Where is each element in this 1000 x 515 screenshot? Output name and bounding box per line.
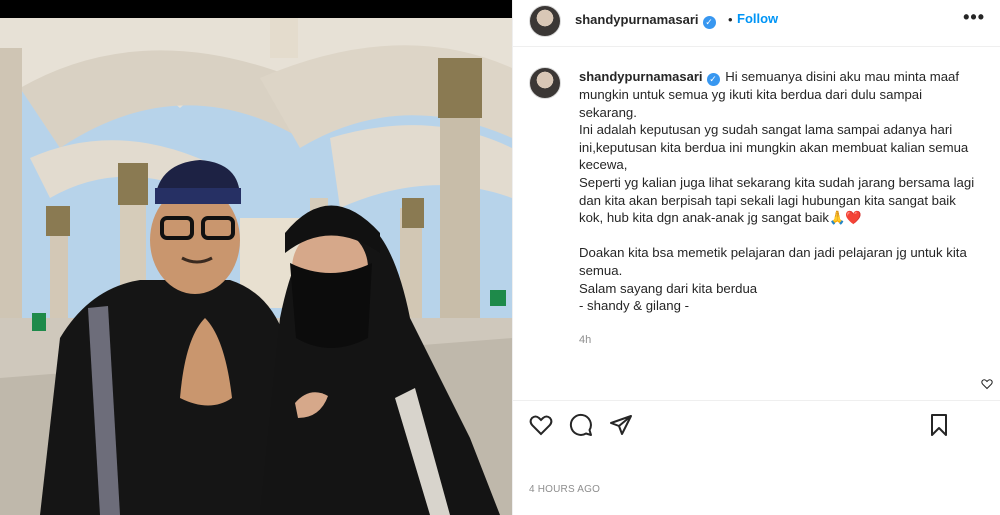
verified-badge-icon: ✓	[706, 73, 720, 86]
caption-text: Hi semuanya disini aku mau minta maaf mu…	[579, 69, 975, 314]
post-panel: shandypurnamasari ✓ • Follow ••• shandypu…	[512, 0, 1000, 515]
separator-dot: •	[728, 12, 733, 27]
post-photo-illustration	[0, 18, 512, 515]
username[interactable]: shandypurnamasari ✓	[575, 12, 716, 29]
avatar[interactable]	[529, 5, 561, 37]
post-date[interactable]: 4 HOURS AGO	[529, 484, 600, 495]
bookmark-icon[interactable]	[927, 413, 951, 437]
post-image[interactable]	[0, 0, 512, 515]
caption-username[interactable]: shandypurnamasari ✓	[579, 69, 720, 86]
caption: shandypurnamasari ✓ Hi semuanya disini ak…	[579, 68, 979, 315]
caption-block: shandypurnamasari ✓ Hi semuanya disini ak…	[513, 48, 1000, 390]
username-text[interactable]: shandypurnamasari	[575, 12, 699, 27]
comment-icon[interactable]	[569, 413, 593, 437]
caption-time[interactable]: 4h	[579, 334, 591, 346]
caption-like-heart-icon[interactable]	[981, 378, 993, 390]
caption-avatar[interactable]	[529, 67, 561, 99]
action-bar	[513, 400, 1000, 444]
follow-button[interactable]: Follow	[737, 11, 778, 26]
share-icon[interactable]	[609, 413, 633, 437]
post-header: shandypurnamasari ✓ • Follow •••	[513, 0, 1000, 47]
heart-icon[interactable]	[529, 413, 553, 437]
more-icon[interactable]: •••	[963, 7, 985, 28]
caption-username-text[interactable]: shandypurnamasari	[579, 69, 703, 84]
verified-badge-icon: ✓	[702, 16, 716, 29]
photo-top-bar	[0, 0, 512, 18]
